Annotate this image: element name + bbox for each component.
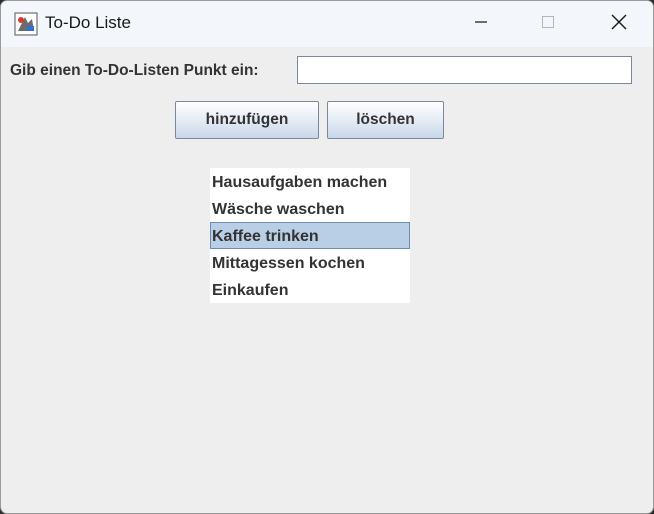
list-item[interactable]: Mittagessen kochen: [210, 249, 410, 276]
close-icon: [610, 13, 628, 36]
close-button[interactable]: [591, 1, 647, 47]
window-title: To-Do Liste: [45, 13, 131, 32]
add-button[interactable]: hinzufügen: [175, 101, 319, 139]
minimize-button[interactable]: [453, 1, 509, 47]
minimize-icon: [473, 14, 489, 35]
todo-list[interactable]: Hausaufgaben machen Wäsche waschen Kaffe…: [210, 168, 410, 303]
app-window: To-Do Liste Gib einen To-Do-Listen Punkt…: [0, 0, 654, 514]
list-item[interactable]: Einkaufen: [210, 276, 410, 303]
todo-input[interactable]: [297, 56, 632, 84]
list-item[interactable]: Hausaufgaben machen: [210, 168, 410, 195]
maximize-button[interactable]: [520, 1, 576, 47]
maximize-icon: [540, 14, 556, 35]
delete-button[interactable]: löschen: [327, 101, 444, 139]
todo-prompt-label: Gib einen To-Do-Listen Punkt ein:: [10, 62, 259, 79]
title-bar[interactable]: To-Do Liste: [1, 1, 653, 47]
list-item[interactable]: Kaffee trinken: [210, 222, 410, 249]
list-item[interactable]: Wäsche waschen: [210, 195, 410, 222]
java-app-icon: [14, 12, 38, 36]
